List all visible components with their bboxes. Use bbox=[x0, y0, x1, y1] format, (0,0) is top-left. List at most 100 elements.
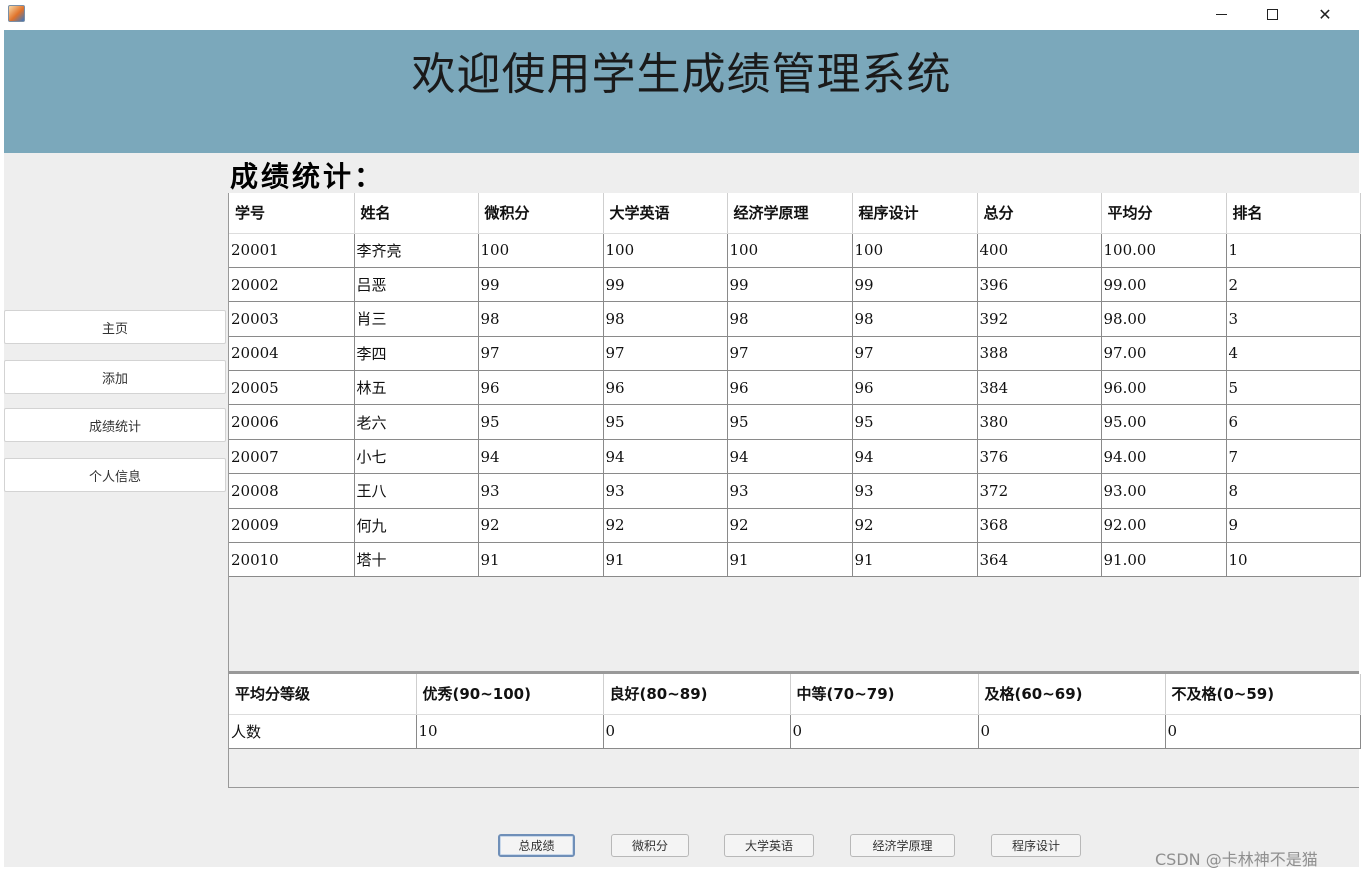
table-cell[interactable]: 93 bbox=[478, 473, 604, 509]
table-cell[interactable]: 10 bbox=[1226, 542, 1361, 578]
table-cell[interactable]: 100 bbox=[727, 233, 853, 268]
table-cell[interactable]: 20003 bbox=[229, 301, 355, 337]
table-cell[interactable]: 小七 bbox=[354, 439, 479, 475]
table-cell[interactable]: 91.00 bbox=[1101, 542, 1227, 578]
table-cell[interactable]: 99.00 bbox=[1101, 267, 1227, 303]
table-cell[interactable]: 100.00 bbox=[1101, 233, 1227, 268]
table-cell[interactable]: 20001 bbox=[229, 233, 355, 268]
table-cell[interactable]: 2 bbox=[1226, 267, 1361, 303]
sidebar-item-home[interactable]: 主页 bbox=[4, 310, 226, 344]
column-header[interactable]: 良好(80~89) bbox=[603, 674, 791, 715]
table-cell[interactable]: 396 bbox=[977, 267, 1102, 303]
table-cell[interactable]: 364 bbox=[977, 542, 1102, 578]
table-cell[interactable]: 0 bbox=[1165, 714, 1361, 749]
grade-distribution-table[interactable]: 平均分等级 优秀(90~100) 良好(80~89) 中等(70~79) 及格(… bbox=[229, 674, 1361, 749]
table-cell[interactable]: 100 bbox=[603, 233, 728, 268]
table-cell[interactable]: 95 bbox=[603, 404, 728, 440]
table-cell[interactable]: 92 bbox=[478, 508, 604, 544]
total-score-button[interactable]: 总成绩 bbox=[498, 834, 575, 857]
column-header[interactable]: 中等(70~79) bbox=[790, 674, 979, 715]
college-english-button[interactable]: 大学英语 bbox=[724, 834, 814, 857]
table-cell[interactable]: 95 bbox=[852, 404, 978, 440]
table-cell[interactable]: 98 bbox=[727, 301, 853, 337]
table-cell[interactable]: 老六 bbox=[354, 404, 479, 440]
table-cell[interactable]: 96 bbox=[603, 370, 728, 406]
table-cell[interactable]: 王八 bbox=[354, 473, 479, 509]
table-cell[interactable]: 392 bbox=[977, 301, 1102, 337]
column-header[interactable]: 排名 bbox=[1226, 193, 1361, 234]
column-header[interactable]: 程序设计 bbox=[852, 193, 978, 234]
table-cell[interactable]: 0 bbox=[978, 714, 1166, 749]
table-row[interactable]: 20006 老六 95 95 95 95 380 95.00 6 bbox=[229, 404, 1361, 440]
table-cell[interactable]: 98 bbox=[852, 301, 978, 337]
table-cell[interactable]: 94 bbox=[478, 439, 604, 475]
table-cell[interactable]: 376 bbox=[977, 439, 1102, 475]
sidebar-item-score-statistics[interactable]: 成绩统计 bbox=[4, 408, 226, 442]
column-header[interactable]: 姓名 bbox=[354, 193, 479, 234]
sidebar-item-personal-info[interactable]: 个人信息 bbox=[4, 458, 226, 492]
scores-table[interactable]: 学号 姓名 微积分 大学英语 经济学原理 程序设计 总分 平均分 排名 2000… bbox=[229, 193, 1361, 578]
table-cell[interactable]: 95.00 bbox=[1101, 404, 1227, 440]
economics-principles-button[interactable]: 经济学原理 bbox=[850, 834, 955, 857]
table-cell[interactable]: 96 bbox=[727, 370, 853, 406]
table-cell[interactable]: 7 bbox=[1226, 439, 1361, 475]
column-header[interactable]: 学号 bbox=[229, 193, 355, 234]
table-cell[interactable]: 99 bbox=[727, 267, 853, 303]
table-cell[interactable]: 384 bbox=[977, 370, 1102, 406]
table-cell[interactable]: 91 bbox=[727, 542, 853, 578]
table-cell[interactable]: 6 bbox=[1226, 404, 1361, 440]
scores-table-panel[interactable]: 学号 姓名 微积分 大学英语 经济学原理 程序设计 总分 平均分 排名 2000… bbox=[228, 193, 1361, 672]
table-cell[interactable]: 99 bbox=[603, 267, 728, 303]
table-cell[interactable]: 塔十 bbox=[354, 542, 479, 578]
table-cell[interactable]: 99 bbox=[852, 267, 978, 303]
table-cell[interactable]: 97 bbox=[478, 336, 604, 372]
table-cell[interactable]: 93 bbox=[603, 473, 728, 509]
table-cell[interactable]: 94 bbox=[603, 439, 728, 475]
table-cell[interactable]: 3 bbox=[1226, 301, 1361, 337]
table-cell[interactable]: 93 bbox=[852, 473, 978, 509]
table-cell[interactable]: 9 bbox=[1226, 508, 1361, 544]
table-cell[interactable]: 林五 bbox=[354, 370, 479, 406]
table-cell[interactable]: 20006 bbox=[229, 404, 355, 440]
table-cell[interactable]: 人数 bbox=[229, 714, 417, 749]
table-cell[interactable]: 肖三 bbox=[354, 301, 479, 337]
table-cell[interactable]: 92.00 bbox=[1101, 508, 1227, 544]
table-cell[interactable]: 20008 bbox=[229, 473, 355, 509]
table-row[interactable]: 20003 肖三 98 98 98 98 392 98.00 3 bbox=[229, 301, 1361, 337]
table-cell[interactable]: 95 bbox=[727, 404, 853, 440]
calculus-button[interactable]: 微积分 bbox=[611, 834, 689, 857]
table-cell[interactable]: 97 bbox=[852, 336, 978, 372]
column-header[interactable]: 经济学原理 bbox=[727, 193, 853, 234]
table-cell[interactable]: 1 bbox=[1226, 233, 1361, 268]
table-cell[interactable]: 5 bbox=[1226, 370, 1361, 406]
table-cell[interactable]: 368 bbox=[977, 508, 1102, 544]
table-cell[interactable]: 94 bbox=[852, 439, 978, 475]
column-header[interactable]: 总分 bbox=[977, 193, 1102, 234]
column-header[interactable]: 平均分 bbox=[1101, 193, 1227, 234]
table-row[interactable]: 20010 塔十 91 91 91 91 364 91.00 10 bbox=[229, 542, 1361, 578]
table-row[interactable]: 20008 王八 93 93 93 93 372 93.00 8 bbox=[229, 473, 1361, 509]
table-cell[interactable]: 96 bbox=[478, 370, 604, 406]
table-cell[interactable]: 0 bbox=[603, 714, 791, 749]
table-cell[interactable]: 20002 bbox=[229, 267, 355, 303]
column-header[interactable]: 平均分等级 bbox=[229, 674, 417, 715]
table-cell[interactable]: 91 bbox=[478, 542, 604, 578]
table-cell[interactable]: 97 bbox=[603, 336, 728, 372]
table-cell[interactable]: 99 bbox=[478, 267, 604, 303]
grade-distribution-panel[interactable]: 平均分等级 优秀(90~100) 良好(80~89) 中等(70~79) 及格(… bbox=[228, 672, 1361, 788]
table-row[interactable]: 20001 李齐亮 100 100 100 100 400 100.00 1 bbox=[229, 233, 1361, 268]
table-cell[interactable]: 98 bbox=[478, 301, 604, 337]
table-cell[interactable]: 96 bbox=[852, 370, 978, 406]
table-cell[interactable]: 98.00 bbox=[1101, 301, 1227, 337]
table-cell[interactable]: 李齐亮 bbox=[354, 233, 479, 268]
table-cell[interactable]: 100 bbox=[478, 233, 604, 268]
table-cell[interactable]: 92 bbox=[727, 508, 853, 544]
column-header[interactable]: 微积分 bbox=[478, 193, 604, 234]
minimize-button[interactable] bbox=[1196, 0, 1246, 28]
table-row[interactable]: 20007 小七 94 94 94 94 376 94.00 7 bbox=[229, 439, 1361, 475]
table-cell[interactable]: 8 bbox=[1226, 473, 1361, 509]
table-cell[interactable]: 20010 bbox=[229, 542, 355, 578]
table-cell[interactable]: 92 bbox=[603, 508, 728, 544]
table-cell[interactable]: 372 bbox=[977, 473, 1102, 509]
table-cell[interactable]: 92 bbox=[852, 508, 978, 544]
